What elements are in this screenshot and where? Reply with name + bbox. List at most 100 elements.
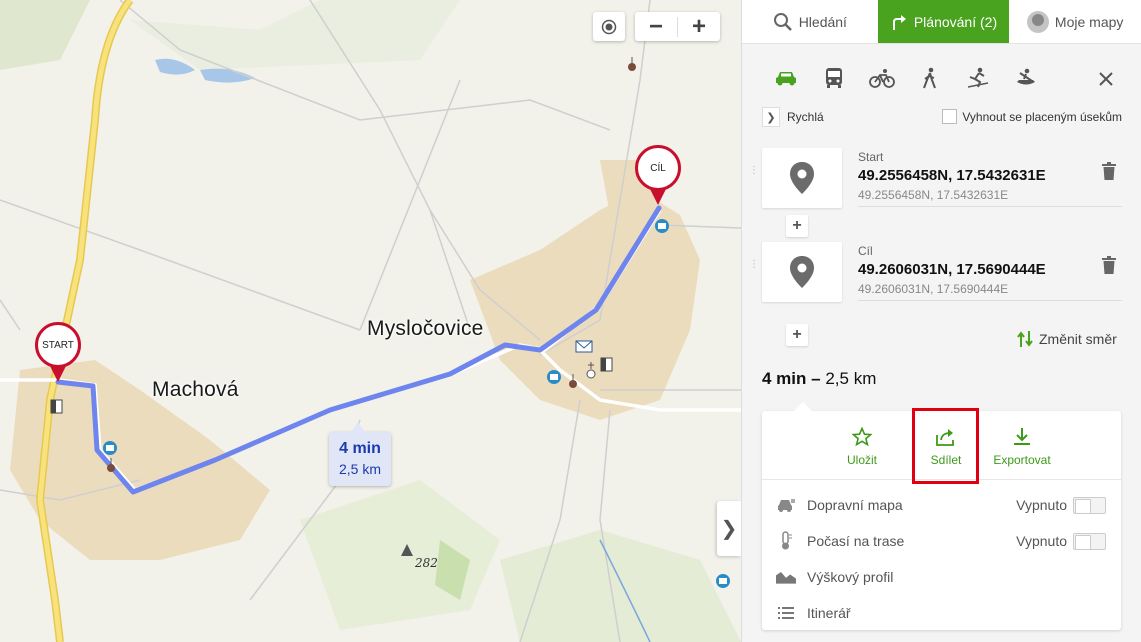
layer-label: Počasí na trase [807, 533, 905, 549]
waypoint-start-text: Start 49.2556458N, 17.5432631E 49.255645… [858, 150, 1122, 207]
elevation-label: 282 [415, 556, 438, 570]
layer-label: Itinerář [807, 605, 851, 621]
waypoint-coords: 49.2606031N, 17.5690444E [858, 261, 1046, 278]
add-waypoint-button[interactable]: + [786, 324, 808, 346]
start-pin[interactable]: START [35, 322, 81, 386]
search-icon [773, 12, 792, 31]
drag-handle-icon[interactable]: ⋮⋮ [749, 260, 769, 278]
route-turn-icon [892, 14, 906, 30]
zoom-in-button[interactable]: + [678, 12, 720, 41]
green-area [500, 530, 741, 642]
bus-stop-icon[interactable] [547, 370, 561, 384]
trash-icon[interactable] [1101, 255, 1117, 275]
route-type-selector[interactable]: ❯ Rychlá [762, 107, 824, 127]
end-pin-label: CÍL [635, 145, 681, 191]
route-bubble-time: 4 min [339, 440, 381, 457]
summary-dash: – [811, 369, 821, 388]
export-button[interactable]: Exportovat [987, 426, 1057, 476]
avoid-tolls-option[interactable]: Vyhnout se placeným úsekům [942, 109, 1122, 124]
bus-stop-icon[interactable] [103, 441, 117, 455]
shield-poi-icon[interactable] [50, 399, 63, 414]
start-pin-label: START [35, 322, 81, 368]
reverse-route-button[interactable]: Změnit směr [1017, 330, 1117, 348]
zoom-control: − + [635, 12, 720, 41]
post-office-icon[interactable] [575, 340, 593, 353]
route-details-card: Uložit Sdílet Exportovat Dopravní mapa V… [762, 402, 1121, 630]
layer-label: Dopravní mapa [807, 497, 903, 513]
map-view[interactable]: Machová Mysločovice 282 − + START CÍL 4 … [0, 0, 741, 642]
waypoint-end[interactable]: ⋮⋮ Cíl 49.2606031N, 17.5690444E 49.26060… [749, 242, 1124, 304]
green-area [300, 480, 500, 630]
car-icon[interactable] [762, 64, 810, 92]
close-icon[interactable] [1097, 70, 1115, 88]
boat-icon[interactable] [1002, 64, 1050, 92]
list-icon [776, 603, 796, 623]
route-info-bubble[interactable]: 4 min 2,5 km [329, 422, 391, 486]
layer-label: Výškový profil [807, 569, 894, 585]
summary-distance: 2,5 km [825, 369, 877, 388]
route-actions: Uložit Sdílet Exportovat [762, 408, 1121, 484]
walk-icon[interactable] [906, 64, 954, 92]
tab-my-maps[interactable]: Moje mapy [1009, 0, 1141, 43]
chevron-right-icon: ❯ [762, 107, 780, 127]
avoid-tolls-checkbox[interactable] [942, 109, 958, 124]
waypoint-label: Cíl [858, 244, 873, 258]
ski-icon[interactable] [954, 64, 1002, 92]
village-label-myslocovice: Mysločovice [367, 317, 484, 340]
traffic-toggle[interactable] [1073, 496, 1106, 514]
swap-arrows-icon [1017, 331, 1033, 347]
locate-button[interactable] [593, 12, 625, 41]
waypoint-pin-icon [762, 148, 842, 208]
church-icon[interactable] [628, 57, 636, 71]
tab-my-maps-label: Moje mapy [1054, 13, 1124, 30]
thermometer-icon [776, 531, 796, 551]
layer-itinerary[interactable]: Itinerář [776, 600, 1106, 626]
export-label: Exportovat [993, 453, 1051, 467]
zoom-out-button[interactable]: − [635, 12, 677, 41]
side-panel: Hledání Plánování (2) Moje mapy ❯ Rychlá… [741, 0, 1141, 642]
route-summary: 4 min – 2,5 km [762, 369, 876, 389]
layer-weather[interactable]: Počasí na trase Vypnuto [776, 528, 1106, 554]
save-button[interactable]: Uložit [842, 426, 882, 476]
shield-poi-icon[interactable] [600, 357, 613, 372]
bus-icon[interactable] [810, 64, 858, 92]
end-pin[interactable]: CÍL [635, 145, 681, 209]
add-waypoint-button[interactable]: + [786, 215, 808, 237]
reverse-route-label: Změnit směr [1039, 331, 1117, 347]
drag-handle-icon[interactable]: ⋮⋮ [749, 166, 769, 184]
tab-bar: Hledání Plánování (2) Moje mapy [742, 0, 1141, 44]
bus-stop-icon[interactable] [716, 574, 730, 588]
waypoint-sub: 49.2606031N, 17.5690444E [858, 282, 1009, 296]
route-bubble-distance: 2,5 km [338, 461, 381, 477]
village-label-machova: Machová [152, 378, 239, 401]
bike-icon[interactable] [858, 64, 906, 92]
layer-traffic[interactable]: Dopravní mapa Vypnuto [776, 492, 1106, 518]
weather-toggle[interactable] [1073, 532, 1106, 550]
download-icon [1014, 428, 1030, 445]
chevron-right-icon: ❯ [720, 518, 738, 540]
trash-icon[interactable] [1101, 161, 1117, 181]
waypoint-label: Start [858, 150, 884, 164]
tab-planning[interactable]: Plánování (2) [877, 0, 1010, 43]
waypoint-pin-icon [762, 242, 842, 302]
bus-stop-icon[interactable] [655, 219, 669, 233]
green-area [130, 0, 460, 70]
waypoint-sub: 49.2556458N, 17.5432631E [858, 188, 1009, 202]
tab-search-label: Hledání [798, 13, 847, 30]
waypoint-coords: 49.2556458N, 17.5432631E [858, 167, 1046, 184]
summary-time: 4 min [762, 369, 807, 388]
transport-modes [762, 64, 1050, 92]
traffic-icon [776, 495, 796, 515]
layer-state: Vypnuto [1016, 497, 1067, 513]
save-label: Uložit [846, 453, 877, 467]
waypoint-end-text: Cíl 49.2606031N, 17.5690444E 49.2606031N… [858, 244, 1122, 301]
tab-search[interactable]: Hledání [742, 0, 878, 43]
waypoint-start[interactable]: ⋮⋮ Start 49.2556458N, 17.5432631E 49.255… [749, 148, 1124, 210]
route-options: ❯ Rychlá Vyhnout se placeným úsekům [762, 107, 1124, 127]
collapse-panel-button[interactable]: ❯ [717, 501, 741, 556]
avatar-icon [1026, 10, 1049, 33]
green-area [0, 0, 90, 70]
layer-state: Vypnuto [1016, 533, 1067, 549]
locate-icon [601, 19, 617, 34]
layer-elevation-profile[interactable]: Výškový profil [776, 564, 1106, 590]
